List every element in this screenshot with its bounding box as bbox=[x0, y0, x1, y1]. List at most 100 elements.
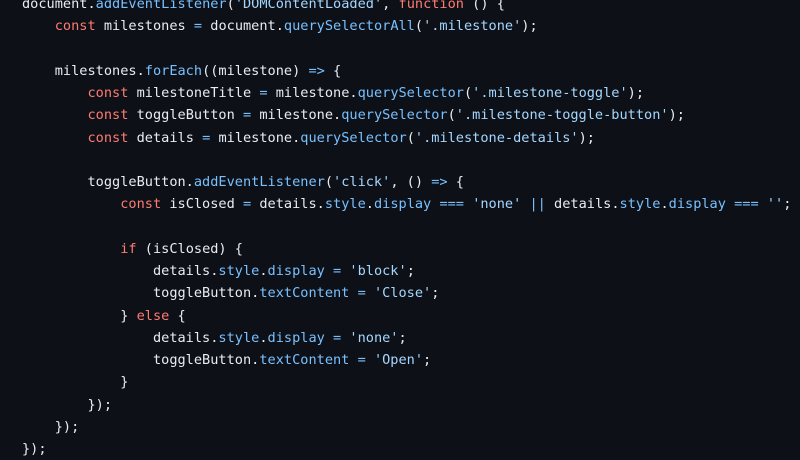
code-token-plain: ; bbox=[406, 263, 415, 279]
code-token-plain: { bbox=[447, 174, 464, 190]
code-token-string: '.milestone' bbox=[423, 18, 522, 35]
code-line[interactable]: toggleButton.textContent = 'Open'; bbox=[22, 349, 791, 371]
code-token-plain: ; bbox=[423, 352, 432, 368]
code-token-prop: addEventListener bbox=[95, 0, 227, 12]
code-token-plain: document. bbox=[22, 0, 96, 12]
code-line[interactable]: ​ bbox=[22, 216, 791, 238]
code-token-plain: ( bbox=[324, 174, 334, 190]
code-token-prop: display bbox=[668, 196, 726, 213]
code-token-prop: querySelector bbox=[341, 107, 448, 124]
code-token-keyword: const bbox=[54, 18, 96, 35]
code-token-plain: , bbox=[382, 0, 399, 12]
code-token-plain: details bbox=[128, 129, 203, 146]
code-token-plain: milestone. bbox=[210, 129, 301, 146]
code-token-prop: textContent bbox=[259, 285, 350, 302]
code-line[interactable]: }); bbox=[22, 416, 791, 438]
code-line[interactable]: const isClosed = details.style.display =… bbox=[22, 193, 791, 215]
code-token-plain: ((milestone) bbox=[202, 62, 309, 79]
code-line[interactable]: toggleButton.addEventListener('click', (… bbox=[22, 171, 791, 193]
code-token-op: = bbox=[242, 107, 252, 124]
code-line[interactable]: milestones.forEach((milestone) => { bbox=[22, 60, 791, 82]
code-token-plain: }); bbox=[22, 418, 80, 435]
code-token-prop: display bbox=[267, 263, 325, 279]
code-token-plain: ( bbox=[406, 129, 415, 146]
code-line[interactable]: }); bbox=[22, 438, 791, 460]
code-token-plain: ( bbox=[463, 85, 473, 101]
code-token-plain: ( bbox=[414, 18, 424, 35]
code-token-plain: { bbox=[324, 62, 342, 79]
code-line[interactable]: const milestoneTitle = milestone.querySe… bbox=[22, 82, 791, 104]
code-token-plain: toggleButton. bbox=[22, 352, 260, 368]
code-line[interactable]: ​ bbox=[22, 149, 791, 171]
code-token-op: === bbox=[734, 196, 759, 213]
code-block[interactable]: document.addEventListener('DOMContentLoa… bbox=[22, 0, 791, 460]
code-line[interactable]: const toggleButton = milestone.querySele… bbox=[22, 104, 791, 126]
code-line[interactable]: if (isClosed) { bbox=[22, 238, 791, 260]
code-token-plain: } bbox=[22, 374, 129, 391]
code-token-op: = bbox=[357, 285, 366, 302]
code-token-keyword: if bbox=[120, 240, 137, 257]
code-line[interactable]: document.addEventListener('DOMContentLoa… bbox=[22, 0, 791, 15]
code-token-plain: milestones bbox=[95, 18, 194, 35]
code-token-op: = bbox=[193, 18, 203, 35]
code-line[interactable]: const milestones = document.querySelecto… bbox=[22, 15, 791, 37]
code-token-prop: style bbox=[218, 329, 260, 346]
code-token-prop: style bbox=[324, 196, 366, 213]
code-line[interactable]: ​ bbox=[22, 38, 791, 60]
code-line[interactable]: details.style.display = 'block'; bbox=[22, 260, 791, 282]
code-token-plain: ( bbox=[447, 107, 456, 124]
code-token-op: = bbox=[242, 196, 252, 213]
code-token-string: '.milestone-details' bbox=[414, 129, 579, 146]
code-token-prop: addEventListener bbox=[193, 174, 325, 190]
code-token-plain: ); bbox=[627, 85, 645, 101]
code-token-plain: ; bbox=[398, 329, 407, 346]
code-line[interactable]: const details = milestone.querySelector(… bbox=[22, 127, 791, 149]
code-token-prop: style bbox=[218, 263, 260, 279]
code-token-plain: milestone. bbox=[267, 85, 358, 101]
code-token-plain: details. bbox=[22, 329, 219, 346]
code-line[interactable]: } bbox=[22, 371, 791, 393]
code-token-string: '.milestone-toggle-button' bbox=[455, 107, 669, 124]
code-token-op: || bbox=[529, 196, 546, 213]
code-token-plain: toggleButton. bbox=[22, 285, 260, 302]
code-token-prop: display bbox=[373, 196, 432, 213]
code-token-plain: milestones. bbox=[22, 62, 145, 79]
code-token-plain: ; bbox=[783, 196, 792, 213]
code-token-prop: querySelector bbox=[357, 85, 464, 101]
code-token-string: '' bbox=[766, 196, 784, 213]
code-token-string: '.milestone-toggle' bbox=[472, 85, 628, 101]
code-token-string: 'click' bbox=[333, 174, 391, 190]
code-token-plain: toggleButton. bbox=[22, 174, 194, 190]
code-token-prop: display bbox=[267, 329, 325, 346]
code-line[interactable]: details.style.display = 'none'; bbox=[22, 327, 791, 349]
code-token-plain: toggleButton bbox=[128, 107, 243, 124]
code-line[interactable]: }); bbox=[22, 394, 791, 416]
code-token-plain: ( bbox=[226, 0, 235, 12]
code-token-plain: . bbox=[365, 196, 374, 213]
code-token-plain: }); bbox=[22, 396, 113, 413]
code-token-keyword: const bbox=[87, 107, 129, 124]
code-line[interactable]: } else { bbox=[22, 305, 791, 327]
code-line[interactable]: toggleButton.textContent = 'Close'; bbox=[22, 282, 791, 304]
code-token-string: 'DOMContentLoaded' bbox=[234, 0, 383, 12]
code-token-string: 'block' bbox=[349, 263, 407, 279]
code-token-prop: querySelector bbox=[300, 129, 407, 146]
code-editor[interactable]: document.addEventListener('DOMContentLoa… bbox=[0, 0, 800, 457]
code-token-op: = bbox=[333, 263, 342, 279]
code-token-string: 'Close' bbox=[373, 285, 432, 302]
code-token-prop: style bbox=[619, 196, 661, 213]
